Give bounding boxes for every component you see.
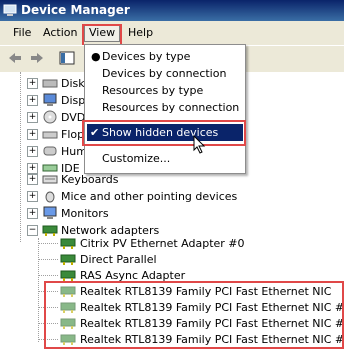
expand-toggle[interactable]: + (27, 208, 38, 219)
title-bar: Device Manager (0, 0, 344, 21)
menu-item-label: Devices by connection (102, 67, 227, 80)
menu-bar: File Action View Help (0, 21, 344, 45)
menu-help[interactable]: Help (124, 25, 157, 41)
tree-item-label: Monitors (61, 207, 109, 220)
properties-icon[interactable] (58, 50, 76, 66)
window-title: Device Manager (21, 3, 130, 17)
tree-item-label: Disk (61, 77, 85, 90)
expand-toggle[interactable]: + (27, 95, 38, 106)
expand-toggle[interactable]: + (27, 78, 38, 89)
hidden-devices-highlight-box (44, 281, 344, 349)
adapter-label: Citrix PV Ethernet Adapter #0 (80, 237, 245, 250)
computer-management-icon (3, 4, 17, 16)
tree-line (38, 275, 58, 276)
mouse-cursor-icon (193, 135, 206, 154)
menu-item-label: Devices by type (102, 50, 191, 63)
keyboard-icon (42, 175, 58, 184)
view-menu-dropdown: ● Devices by type Devices by connection … (84, 44, 246, 174)
menu-item-devices-by-connection[interactable]: Devices by connection (87, 65, 243, 82)
network-adapter-icon (60, 238, 76, 249)
dvd-drive-icon (43, 110, 57, 124)
expand-toggle[interactable]: + (27, 191, 38, 202)
menu-file[interactable]: File (9, 25, 35, 41)
back-arrow-icon[interactable] (6, 50, 24, 66)
adapter-label: Direct Parallel (80, 253, 157, 266)
disk-drive-icon (42, 79, 58, 88)
menu-item-label: Resources by connection (102, 101, 240, 114)
floppy-drive-icon (42, 131, 58, 139)
monitor-icon (43, 206, 57, 219)
expand-toggle[interactable]: + (27, 146, 38, 157)
tree-item-label: Mice and other pointing devices (61, 190, 238, 203)
view-menu-highlight-box (82, 24, 122, 46)
expand-toggle[interactable]: + (27, 174, 38, 185)
menu-action[interactable]: Action (39, 25, 81, 41)
tree-item-label: Disp (61, 94, 86, 107)
network-adapter-icon (42, 225, 58, 236)
tree-line (20, 72, 21, 242)
menu-item-devices-by-type[interactable]: ● Devices by type (87, 48, 243, 65)
radio-bullet-icon: ● (91, 50, 101, 63)
menu-item-label: Customize... (102, 152, 171, 165)
collapse-toggle[interactable]: − (27, 225, 38, 236)
menu-item-resources-by-type[interactable]: Resources by type (87, 82, 243, 99)
network-adapter-icon (60, 254, 76, 265)
expand-toggle[interactable]: + (27, 129, 38, 140)
tree-item-label: Flop (61, 128, 85, 141)
mouse-icon (45, 191, 55, 203)
tree-line (38, 259, 58, 260)
tree-line (38, 243, 58, 244)
network-adapter-icon (60, 270, 76, 281)
menu-item-customize[interactable]: Customize... (87, 150, 243, 167)
menu-item-resources-by-connection[interactable]: Resources by connection (87, 99, 243, 116)
tree-line (38, 238, 39, 342)
forward-arrow-icon[interactable] (28, 50, 46, 66)
human-interface-device-icon (43, 146, 57, 156)
show-hidden-highlight-box (82, 120, 246, 146)
display-adapter-icon (43, 93, 57, 106)
expand-toggle[interactable]: + (27, 112, 38, 123)
expand-toggle[interactable]: + (27, 163, 38, 174)
menu-item-label: Resources by type (102, 84, 204, 97)
